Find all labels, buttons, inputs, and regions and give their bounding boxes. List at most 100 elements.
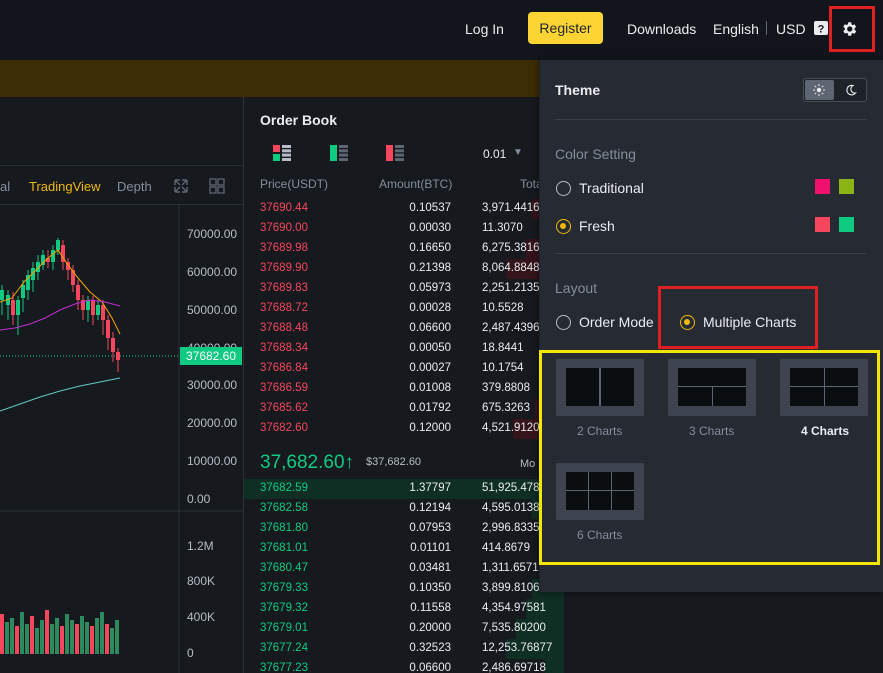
row-total: 10.5528 [482, 302, 524, 314]
radio-traditional[interactable] [556, 181, 571, 196]
row-price: 37682.59 [260, 482, 308, 494]
row-amount: 0.20000 [409, 622, 451, 634]
radio-order-mode[interactable] [556, 315, 571, 330]
volume-bar [75, 624, 79, 654]
row-price: 37679.01 [260, 622, 308, 634]
candle-body [71, 270, 75, 285]
candle-body [21, 285, 25, 298]
row-total: 6,275.3816 [482, 242, 540, 254]
row-price: 37680.47 [260, 562, 308, 574]
ask-row[interactable]: 37686.84 0.00027 10.1754 [244, 359, 564, 379]
row-price: 37685.62 [260, 402, 308, 414]
col-amount-header: Amount(BTC) [379, 177, 453, 191]
currency-selector[interactable]: USD [776, 0, 806, 58]
moon-icon[interactable] [845, 84, 857, 96]
row-amount: 0.10537 [409, 202, 451, 214]
row-amount: 0.21398 [409, 262, 451, 274]
layout-6-charts-label[interactable]: 6 Charts [577, 528, 622, 542]
row-total: 414.8679 [482, 542, 530, 554]
bids-view-icon[interactable] [330, 145, 348, 161]
bid-row[interactable]: 37679.32 0.11558 4,354.97581 [244, 599, 564, 619]
both-sides-view-icon[interactable] [273, 145, 291, 161]
layout-divider [611, 472, 612, 510]
layout-divider [599, 368, 601, 406]
ask-row[interactable]: 37688.48 0.06600 2,487.4396 [244, 319, 564, 339]
register-button[interactable]: Register [528, 12, 603, 44]
fresh-label[interactable]: Fresh [579, 218, 615, 234]
bid-row[interactable]: 37679.33 0.10350 3,899.8106 [244, 579, 564, 599]
layout-3-charts-label[interactable]: 3 Charts [689, 424, 734, 438]
ask-row[interactable]: 37685.62 0.01792 675.3263 [244, 399, 564, 419]
bid-row[interactable]: 37681.80 0.07953 2,996.8335 [244, 519, 564, 539]
divider [555, 253, 867, 254]
ask-row[interactable]: 37690.44 0.10537 3,971.4416 [244, 199, 564, 219]
row-amount: 0.01792 [409, 402, 451, 414]
asks-view-icon[interactable] [386, 145, 404, 161]
help-icon[interactable]: ? [813, 20, 829, 36]
layout-6-charts[interactable] [556, 463, 644, 520]
bid-row[interactable]: 37682.59 1.37797 51,925.4785 [244, 479, 564, 499]
gear-icon[interactable] [840, 20, 858, 38]
price-axis-label: 20000.00 [187, 416, 238, 430]
row-total: 2,487.4396 [482, 322, 540, 334]
tab-original[interactable]: al [0, 179, 10, 194]
price-axis-label: 0.00 [187, 492, 211, 506]
layout-preview [790, 368, 858, 406]
row-price: 37679.33 [260, 582, 308, 594]
ma-line-teal [0, 377, 121, 412]
row-total: 11.3070 [482, 222, 523, 234]
layout-4-charts[interactable] [780, 359, 868, 416]
price-axis-label: 50000.00 [187, 303, 238, 317]
price-axis-label: 30000.00 [187, 378, 238, 392]
tab-tradingview[interactable]: TradingView [29, 179, 101, 194]
ask-row[interactable]: 37688.34 0.00050 18.8441 [244, 339, 564, 359]
layout-2-charts[interactable] [556, 359, 644, 416]
chart-tabs: al TradingView Depth [0, 165, 243, 205]
bid-row[interactable]: 37677.24 0.32523 12,253.76877 [244, 639, 564, 659]
bid-row[interactable]: 37682.58 0.12194 4,595.0138 [244, 499, 564, 519]
layout-2-charts-label[interactable]: 2 Charts [577, 424, 622, 438]
ask-row[interactable]: 37689.83 0.05973 2,251.2135 [244, 279, 564, 299]
candle-body [86, 300, 90, 310]
row-amount: 0.10350 [409, 582, 451, 594]
candle-body [76, 285, 80, 300]
order-mode-label[interactable]: Order Mode [579, 314, 654, 330]
downloads-link[interactable]: Downloads [627, 0, 696, 58]
bid-row[interactable]: 37677.23 0.06600 2,486.69718 [244, 659, 564, 673]
ask-row[interactable]: 37686.59 0.01008 379.8808 [244, 379, 564, 399]
bid-row[interactable]: 37681.01 0.01101 414.8679 [244, 539, 564, 559]
tab-depth[interactable]: Depth [117, 179, 152, 194]
row-total: 4,595.0138 [482, 502, 540, 514]
candle-body [96, 305, 100, 315]
row-price: 37690.00 [260, 222, 308, 234]
current-price-tag: 37682.60 [180, 347, 242, 365]
layout-3-charts[interactable] [668, 359, 756, 416]
layout-preview [566, 368, 634, 406]
row-total: 379.8808 [482, 382, 530, 394]
expand-icon[interactable] [173, 178, 189, 194]
grid-layout-icon[interactable] [209, 178, 225, 194]
layout-4-charts-label[interactable]: 4 Charts [801, 424, 849, 438]
radio-fresh[interactable] [556, 219, 571, 234]
traditional-label[interactable]: Traditional [579, 180, 644, 196]
row-total: 12,253.76877 [482, 642, 553, 654]
sun-icon[interactable] [813, 84, 825, 96]
candle-body [111, 338, 115, 352]
ask-row[interactable]: 37689.98 0.16650 6,275.3816 [244, 239, 564, 259]
ask-row[interactable]: 37689.90 0.21398 8,064.8848 [244, 259, 564, 279]
ask-row[interactable]: 37688.72 0.00028 10.5528 [244, 299, 564, 319]
volume-bar [20, 612, 24, 654]
chevron-down-icon[interactable]: ▼ [513, 147, 523, 158]
row-price: 37688.48 [260, 322, 308, 334]
more-link[interactable]: Mo [520, 458, 535, 470]
ask-row[interactable]: 37682.60 0.12000 4,521.9120 [244, 419, 564, 439]
language-selector[interactable]: English [713, 0, 759, 58]
login-link[interactable]: Log In [465, 0, 504, 58]
row-amount: 0.01101 [410, 542, 451, 554]
row-total: 2,251.2135 [482, 282, 540, 294]
row-total: 18.8441 [482, 342, 524, 354]
bid-row[interactable]: 37679.01 0.20000 7,535.80200 [244, 619, 564, 639]
precision-select[interactable]: 0.01 [483, 147, 506, 161]
ask-row[interactable]: 37690.00 0.00030 11.3070 [244, 219, 564, 239]
bid-row[interactable]: 37680.47 0.03481 1,311.6571 [244, 559, 564, 579]
